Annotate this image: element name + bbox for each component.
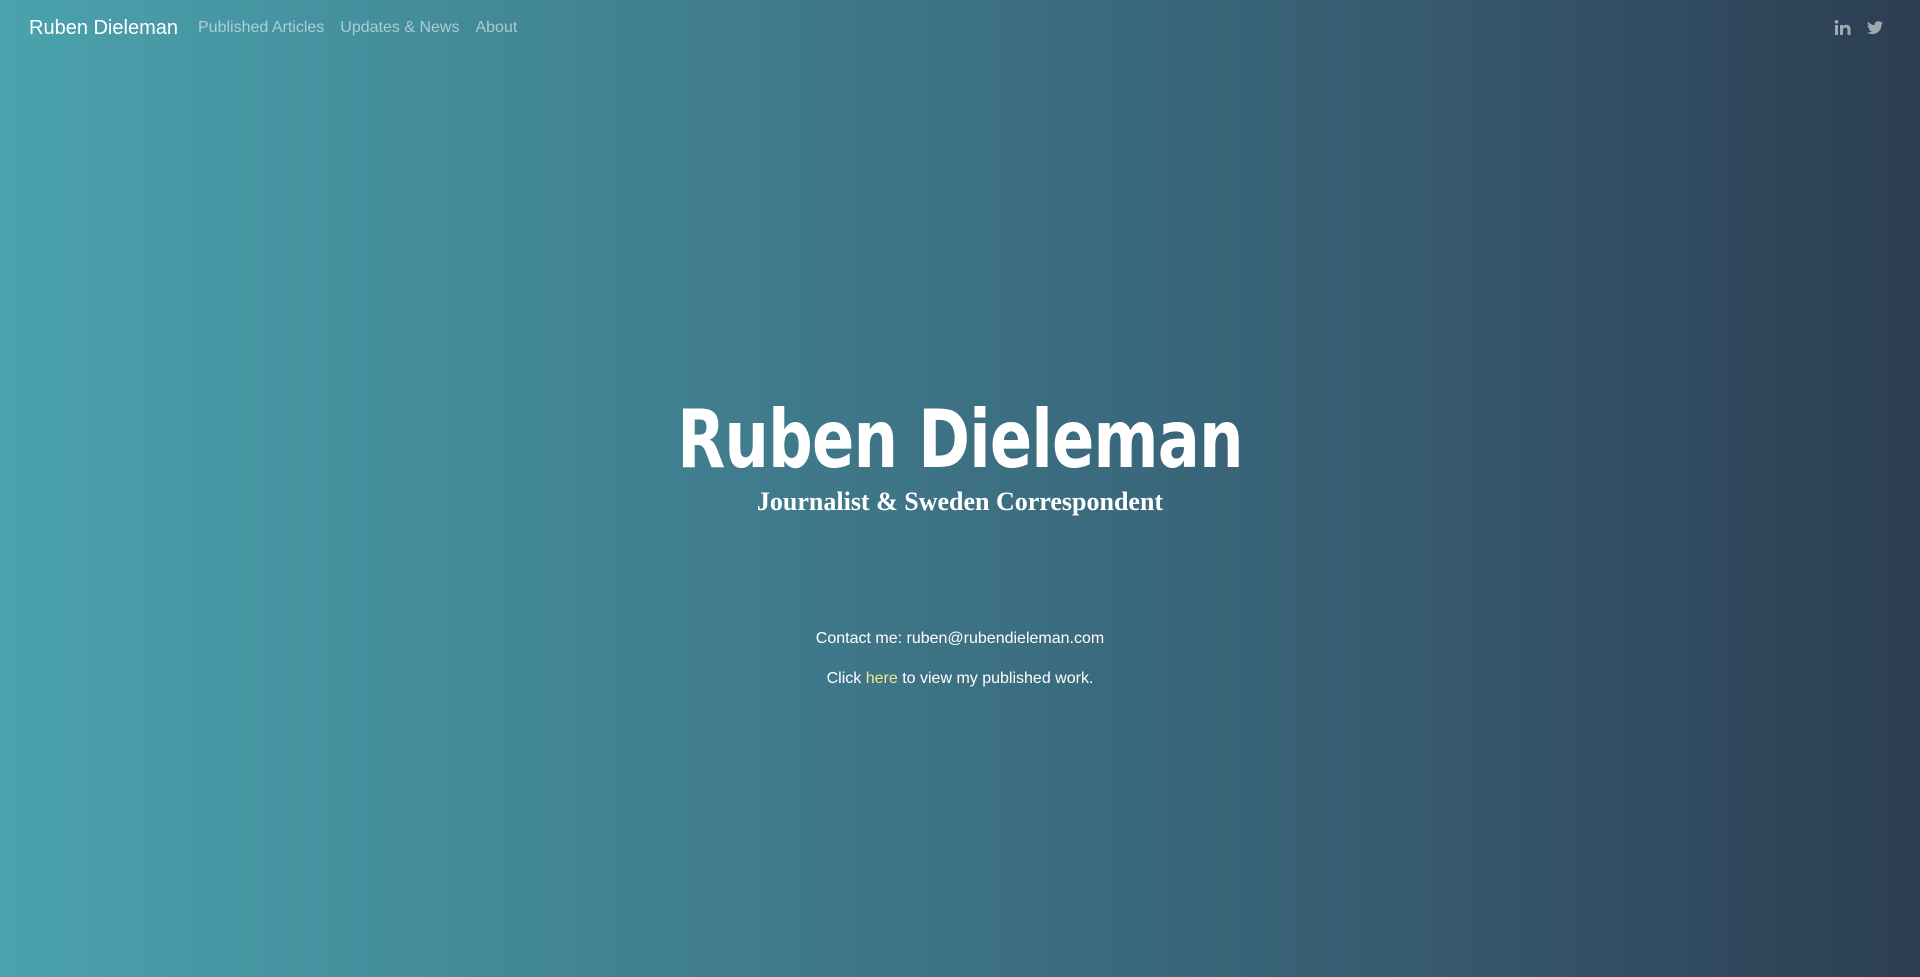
nav-item-updates-news: Updates & News (340, 18, 459, 38)
brand-link[interactable]: Ruben Dieleman (29, 16, 178, 40)
nav-item-published-articles: Published Articles (198, 18, 324, 38)
twitter-icon (1867, 21, 1883, 35)
nav-links: Published Articles Updates & News About (198, 18, 517, 38)
hero-subtitle: Journalist & Sweden Correspondent (756, 487, 1164, 516)
linkedin-link[interactable] (1834, 19, 1852, 37)
twitter-link[interactable] (1866, 19, 1884, 37)
published-work-link[interactable]: here (866, 670, 898, 687)
published-work-line: Click here to view my published work. (0, 668, 1920, 690)
contact-section: Contact me: ruben@rubendieleman.com Clic… (0, 628, 1920, 708)
page-background: Ruben Dieleman Published Articles Update… (0, 0, 1920, 977)
nav-link-about[interactable]: About (475, 19, 517, 36)
hero: Ruben Dieleman Journalist & Sweden Corre… (0, 390, 1920, 518)
contact-line: Contact me: ruben@rubendieleman.com (815, 630, 1105, 647)
navbar: Ruben Dieleman Published Articles Update… (0, 0, 1920, 56)
published-work-suffix: to view my published work. (897, 670, 1094, 687)
nav-link-updates-news[interactable]: Updates & News (340, 19, 459, 36)
social-links (1834, 19, 1884, 37)
linkedin-icon (1834, 20, 1851, 35)
nav-item-about: About (475, 18, 517, 38)
published-work-prefix: Click (826, 670, 866, 687)
hero-title: Ruben Dieleman (677, 393, 1243, 486)
nav-link-published-articles[interactable]: Published Articles (198, 19, 324, 36)
